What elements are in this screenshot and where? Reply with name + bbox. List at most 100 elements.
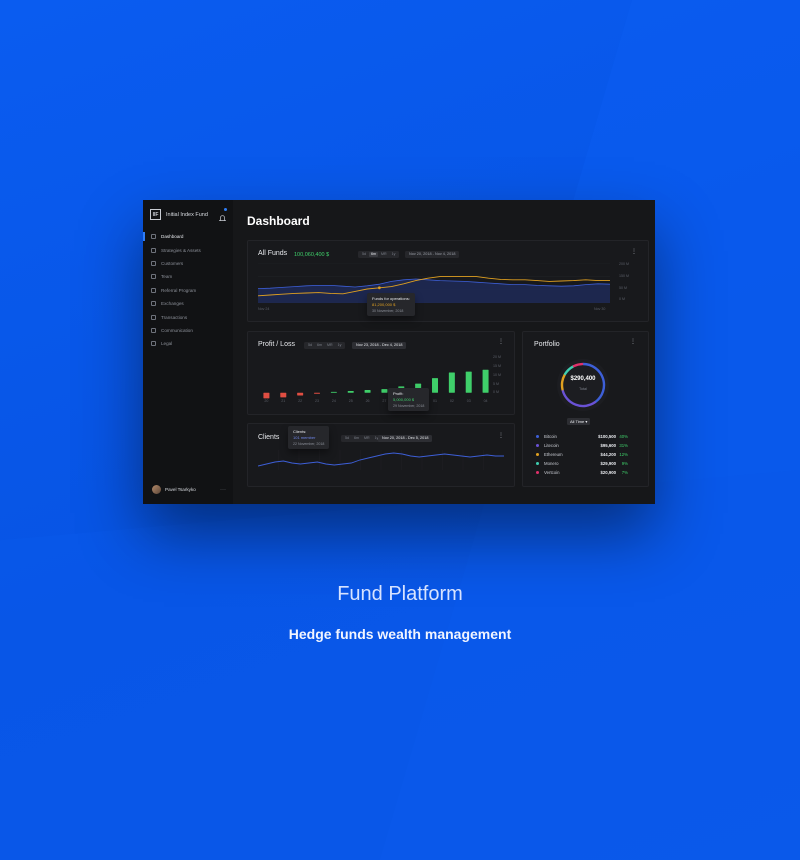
all-funds-value: 100,060,400 $ bbox=[294, 252, 330, 258]
bar-04 bbox=[482, 369, 489, 393]
x-tick: Nov 30 bbox=[594, 307, 606, 311]
page-title: Dashboard bbox=[247, 214, 310, 228]
sidebar-item-transactions[interactable]: Transactions bbox=[143, 310, 233, 323]
coin-amount: $29,900 bbox=[600, 461, 616, 466]
period-tab[interactable]: MR bbox=[325, 343, 335, 348]
y-tick: 5 M bbox=[493, 382, 499, 386]
bar-20 bbox=[263, 392, 270, 399]
exchange-icon bbox=[151, 314, 156, 320]
sidebar: IIF Initial Index Fund Dashboard Strateg… bbox=[143, 200, 233, 504]
coin-name: Litecoin bbox=[544, 443, 559, 448]
portfolio-row-ethereum[interactable]: Ethereum $44,200 12% bbox=[536, 450, 628, 459]
period-tab[interactable]: 5d bbox=[306, 343, 314, 348]
main-content: Dashboard All Funds 100,060,400 $ 5d 6m … bbox=[233, 200, 655, 504]
coin-percent: 9% bbox=[621, 461, 628, 466]
period-tab[interactable]: 6m bbox=[315, 343, 324, 348]
user-icon bbox=[151, 260, 156, 266]
all-funds-chart bbox=[258, 263, 610, 303]
user-profile[interactable]: Pavel Tsarkyko ··· bbox=[152, 485, 226, 494]
period-tab[interactable]: 6m bbox=[369, 252, 378, 257]
operations-area bbox=[258, 279, 610, 303]
gift-icon bbox=[151, 287, 156, 293]
sidebar-item-referral-program[interactable]: Referral Program bbox=[143, 284, 233, 297]
brand[interactable]: IIF Initial Index Fund bbox=[150, 209, 208, 220]
bar-26 bbox=[364, 390, 371, 393]
more-icon[interactable]: ⋮ bbox=[498, 433, 504, 439]
notification-badge bbox=[224, 208, 227, 211]
period-tab[interactable]: MR bbox=[362, 436, 372, 441]
x-tick: Nov 24 bbox=[258, 307, 270, 311]
x-tick: 01 bbox=[433, 399, 437, 403]
portfolio-row-vertcoin[interactable]: Vertcoin $20,900 7% bbox=[536, 468, 628, 477]
period-tab[interactable]: 1y bbox=[390, 252, 398, 257]
more-icon[interactable]: ⋮ bbox=[630, 339, 636, 345]
coin-amount: $20,900 bbox=[600, 470, 616, 475]
legend-dot bbox=[536, 444, 539, 447]
bar-25 bbox=[347, 390, 354, 393]
profit-loss-date-range[interactable]: Nov 23, 2018 - Dec 4, 2018 bbox=[352, 342, 407, 349]
all-funds-period-tabs: 5d 6m MR 1y bbox=[358, 251, 400, 258]
profit-loss-period-tabs: 5d 6m MR 1y bbox=[304, 342, 346, 349]
x-tick: 24 bbox=[331, 399, 336, 403]
clients-title: Clients bbox=[258, 434, 280, 441]
coin-amount: $44,200 bbox=[600, 452, 616, 457]
x-tick: 03 bbox=[466, 399, 471, 403]
coin-name: Bitcoin bbox=[544, 434, 557, 439]
background-shape bbox=[0, 470, 800, 860]
sidebar-item-strategies-assets[interactable]: Strategies & Assets bbox=[143, 243, 233, 256]
tooltip-value: 81,200,000 $ bbox=[372, 302, 396, 307]
period-tab[interactable]: 5d bbox=[360, 252, 368, 257]
tooltip-date: 22 November, 2018 bbox=[293, 442, 325, 446]
dashboard-window: IIF Initial Index Fund Dashboard Strateg… bbox=[143, 200, 655, 504]
portfolio-period-dropdown[interactable]: All Time ▾ bbox=[567, 418, 591, 425]
all-funds-card: All Funds 100,060,400 $ 5d 6m MR 1y Nov … bbox=[247, 240, 649, 322]
period-tab[interactable]: MR bbox=[379, 252, 389, 257]
user-name: Pavel Tsarkyko bbox=[165, 487, 196, 492]
portfolio-row-bitcoin[interactable]: Bitcoin $100,500 40% bbox=[536, 432, 628, 441]
period-tab[interactable]: 6m bbox=[352, 436, 361, 441]
coin-name: Vertcoin bbox=[544, 470, 560, 475]
bar-03 bbox=[465, 371, 472, 393]
sidebar-nav: Dashboard Strategies & Assets Customers … bbox=[143, 230, 233, 351]
portfolio-total-value: $290,400 bbox=[570, 376, 596, 382]
sidebar-item-customers[interactable]: Customers bbox=[143, 257, 233, 270]
all-funds-date-range[interactable]: Nov 20, 2018 - Nov 4, 2018 bbox=[405, 251, 460, 258]
sidebar-item-legal[interactable]: Legal bbox=[143, 337, 233, 350]
more-icon[interactable]: ··· bbox=[220, 487, 226, 493]
clients-tooltip: Clients: 101 member 22 November, 2018 bbox=[288, 426, 330, 449]
y-tick: 0 M bbox=[493, 390, 499, 394]
sidebar-item-dashboard[interactable]: Dashboard bbox=[143, 230, 233, 243]
coin-percent: 12% bbox=[619, 452, 628, 457]
bar-02 bbox=[448, 372, 455, 393]
sidebar-item-label: Exchanges bbox=[161, 301, 184, 307]
more-icon[interactable]: ⋮ bbox=[498, 339, 504, 345]
coin-name: Monero bbox=[544, 461, 559, 466]
x-axis-ticks: 2021222324252627282901020304 bbox=[258, 399, 494, 405]
portfolio-row-monero[interactable]: Monero $29,900 9% bbox=[536, 459, 628, 468]
legend-dot bbox=[536, 471, 539, 474]
tooltip-date: 30 November, 2018 bbox=[372, 309, 404, 313]
y-tick: 150 M bbox=[619, 274, 629, 278]
profit-loss-chart bbox=[263, 369, 489, 399]
notification-bell-icon[interactable] bbox=[218, 208, 227, 221]
period-tab[interactable]: 5d bbox=[343, 436, 351, 441]
tooltip-label: Funds for operations: bbox=[372, 296, 410, 301]
sidebar-item-exchanges[interactable]: Exchanges bbox=[143, 297, 233, 310]
document-icon bbox=[151, 341, 156, 347]
clients-date-range[interactable]: Nov 20, 2018 - Dec 5, 2018 bbox=[378, 435, 433, 442]
sidebar-item-team[interactable]: Team bbox=[143, 270, 233, 283]
tooltip-label: Profit: bbox=[393, 391, 404, 396]
x-tick: 26 bbox=[365, 399, 370, 403]
portfolio-donut-chart bbox=[557, 359, 609, 411]
coin-amount: $100,500 bbox=[598, 434, 616, 439]
portfolio-row-litecoin[interactable]: Litecoin $95,600 31% bbox=[536, 441, 628, 450]
period-tab[interactable]: 1y bbox=[336, 343, 344, 348]
clients-chart bbox=[258, 450, 504, 470]
sidebar-item-communication[interactable]: Communication bbox=[143, 324, 233, 337]
profit-loss-card: Profit / Loss 5d 6m MR 1y Nov 23, 2018 -… bbox=[247, 331, 515, 415]
x-tick: 02 bbox=[449, 399, 454, 403]
more-icon[interactable]: ⋮ bbox=[631, 249, 637, 255]
sidebar-item-label: Communication bbox=[161, 327, 193, 333]
presentation-headline: Fund Platform bbox=[337, 583, 463, 605]
portfolio-total-label: Total bbox=[578, 387, 588, 391]
